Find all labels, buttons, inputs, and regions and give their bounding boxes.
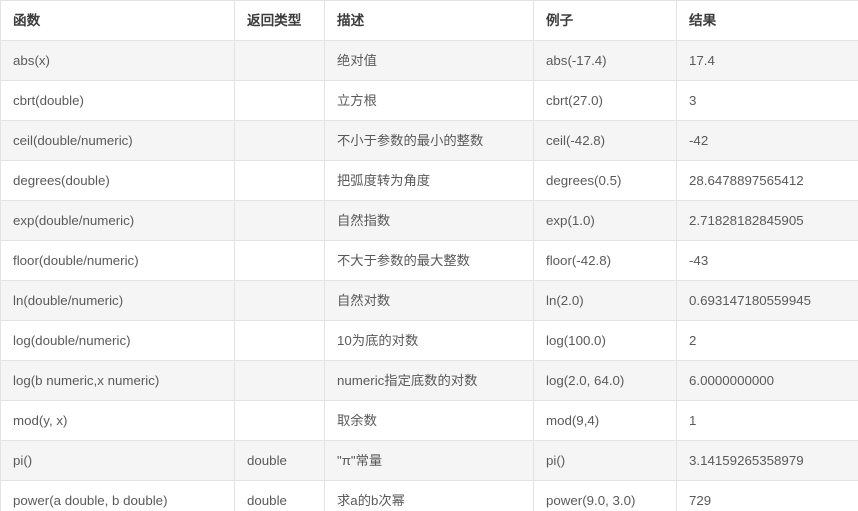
cell-description: 立方根	[324, 80, 534, 121]
cell-function: ln(double/numeric)	[0, 280, 235, 321]
cell-function: floor(double/numeric)	[0, 240, 235, 281]
cell-return-type: double	[234, 480, 325, 511]
cell-example: ln(2.0)	[533, 280, 677, 321]
cell-result: 2.71828182845905	[676, 200, 858, 241]
cell-function: abs(x)	[0, 40, 235, 81]
cell-function: log(double/numeric)	[0, 320, 235, 361]
cell-description: 求a的b次幂	[324, 480, 534, 511]
cell-return-type	[234, 120, 325, 161]
cell-example: pi()	[533, 440, 677, 481]
cell-function: log(b numeric,x numeric)	[0, 360, 235, 401]
cell-result: 17.4	[676, 40, 858, 81]
cell-description: 不大于参数的最大整数	[324, 240, 534, 281]
cell-result: 0.693147180559945	[676, 280, 858, 321]
cell-return-type	[234, 160, 325, 201]
table-row: power(a double, b double) double 求a的b次幂 …	[0, 480, 858, 511]
cell-description: 不小于参数的最小的整数	[324, 120, 534, 161]
math-functions-table: 函数 返回类型 描述 例子 结果 abs(x) 绝对值 abs(-17.4) 1…	[0, 0, 858, 511]
column-header-result: 结果	[676, 0, 858, 41]
table-row: cbrt(double) 立方根 cbrt(27.0) 3	[0, 80, 858, 121]
cell-example: abs(-17.4)	[533, 40, 677, 81]
cell-result: 729	[676, 480, 858, 511]
table-row: degrees(double) 把弧度转为角度 degrees(0.5) 28.…	[0, 160, 858, 201]
cell-result: 3	[676, 80, 858, 121]
cell-example: mod(9,4)	[533, 400, 677, 441]
cell-example: cbrt(27.0)	[533, 80, 677, 121]
cell-function: degrees(double)	[0, 160, 235, 201]
cell-example: power(9.0, 3.0)	[533, 480, 677, 511]
cell-function: cbrt(double)	[0, 80, 235, 121]
cell-description: 把弧度转为角度	[324, 160, 534, 201]
cell-function: exp(double/numeric)	[0, 200, 235, 241]
cell-result: -42	[676, 120, 858, 161]
table-row: abs(x) 绝对值 abs(-17.4) 17.4	[0, 40, 858, 81]
cell-example: degrees(0.5)	[533, 160, 677, 201]
cell-result: 28.6478897565412	[676, 160, 858, 201]
cell-return-type	[234, 200, 325, 241]
cell-function: mod(y, x)	[0, 400, 235, 441]
cell-example: ceil(-42.8)	[533, 120, 677, 161]
cell-function: pi()	[0, 440, 235, 481]
table-row: log(b numeric,x numeric) numeric指定底数的对数 …	[0, 360, 858, 401]
table-header-row: 函数 返回类型 描述 例子 结果	[0, 0, 858, 41]
table-row: ceil(double/numeric) 不小于参数的最小的整数 ceil(-4…	[0, 120, 858, 161]
cell-return-type	[234, 400, 325, 441]
cell-return-type	[234, 80, 325, 121]
cell-return-type	[234, 360, 325, 401]
table-row: floor(double/numeric) 不大于参数的最大整数 floor(-…	[0, 240, 858, 281]
column-header-function: 函数	[0, 0, 235, 41]
cell-function: power(a double, b double)	[0, 480, 235, 511]
cell-return-type	[234, 40, 325, 81]
cell-example: log(2.0, 64.0)	[533, 360, 677, 401]
cell-function: ceil(double/numeric)	[0, 120, 235, 161]
cell-result: 6.0000000000	[676, 360, 858, 401]
table-row: mod(y, x) 取余数 mod(9,4) 1	[0, 400, 858, 441]
cell-description: 绝对值	[324, 40, 534, 81]
cell-description: numeric指定底数的对数	[324, 360, 534, 401]
cell-description: 10为底的对数	[324, 320, 534, 361]
table-header: 函数 返回类型 描述 例子 结果	[0, 0, 858, 41]
cell-return-type: double	[234, 440, 325, 481]
table-body: abs(x) 绝对值 abs(-17.4) 17.4 cbrt(double) …	[0, 40, 858, 511]
cell-result: 2	[676, 320, 858, 361]
column-header-example: 例子	[533, 0, 677, 41]
cell-return-type	[234, 280, 325, 321]
cell-return-type	[234, 320, 325, 361]
table-viewport: 函数 返回类型 描述 例子 结果 abs(x) 绝对值 abs(-17.4) 1…	[0, 0, 858, 511]
cell-description: 取余数	[324, 400, 534, 441]
cell-description: 自然对数	[324, 280, 534, 321]
cell-description: "π"常量	[324, 440, 534, 481]
cell-example: floor(-42.8)	[533, 240, 677, 281]
cell-result: 1	[676, 400, 858, 441]
cell-result: -43	[676, 240, 858, 281]
cell-result: 3.14159265358979	[676, 440, 858, 481]
table-row: ln(double/numeric) 自然对数 ln(2.0) 0.693147…	[0, 280, 858, 321]
cell-description: 自然指数	[324, 200, 534, 241]
cell-example: exp(1.0)	[533, 200, 677, 241]
column-header-return-type: 返回类型	[234, 0, 325, 41]
column-header-description: 描述	[324, 0, 534, 41]
table-row: exp(double/numeric) 自然指数 exp(1.0) 2.7182…	[0, 200, 858, 241]
table-row: pi() double "π"常量 pi() 3.14159265358979	[0, 440, 858, 481]
cell-return-type	[234, 240, 325, 281]
cell-example: log(100.0)	[533, 320, 677, 361]
table-row: log(double/numeric) 10为底的对数 log(100.0) 2	[0, 320, 858, 361]
